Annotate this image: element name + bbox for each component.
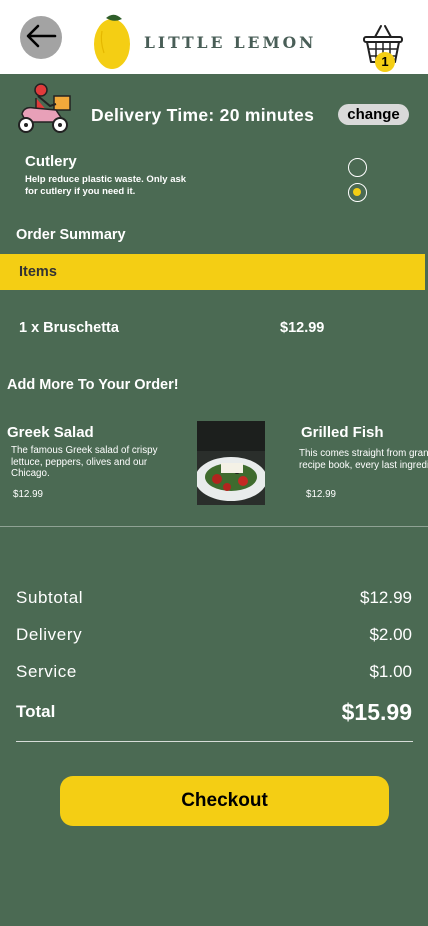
dish-description: The famous Greek salad of crispy lettuce… [11, 445, 158, 479]
cutlery-help-text: Help reduce plastic waste. Only ask for … [25, 174, 187, 197]
order-line-name: 1 x Bruschetta [19, 320, 119, 336]
dish-name-grilled-fish[interactable]: Grilled Fish [301, 424, 384, 442]
section-divider [0, 526, 428, 527]
cutlery-option-no-radio[interactable] [348, 158, 367, 177]
cutlery-option-yes-radio[interactable] [348, 183, 367, 202]
arrow-left-icon [26, 24, 57, 48]
dish-price: $12.99 [13, 489, 43, 500]
delivery-time-text: Delivery Time: 20 minutes [91, 105, 315, 125]
dish-price: $12.99 [306, 489, 336, 500]
greek-salad-photo[interactable] [197, 421, 265, 505]
add-more-title: Add More To Your Order! [7, 377, 179, 393]
radio-selected-dot [353, 188, 361, 196]
total-label: Total [16, 702, 56, 721]
delivery-fee-label: Delivery [16, 625, 83, 644]
subtotal-label: Subtotal [16, 588, 84, 607]
dish-description: This comes straight from grandma's recip… [299, 448, 428, 472]
change-delivery-button[interactable]: change [338, 104, 409, 125]
total-value: $15.99 [341, 699, 412, 725]
brand-name: LITTLE LEMON [144, 33, 317, 52]
delivery-fee-value: $2.00 [369, 625, 412, 644]
items-header-bar [0, 254, 425, 290]
items-header-label: Items [19, 264, 57, 280]
basket-count-badge: 1 [375, 52, 395, 72]
totals-divider [16, 741, 413, 742]
dish-description-text: This comes straight from grandma's recip… [299, 448, 428, 471]
order-line-price: $12.99 [280, 320, 325, 336]
delivery-scooter-icon [12, 80, 74, 136]
order-summary-title: Order Summary [16, 227, 126, 243]
subtotal-value: $12.99 [360, 588, 412, 607]
service-fee-value: $1.00 [369, 662, 412, 681]
dish-name-greek-salad[interactable]: Greek Salad [7, 424, 94, 442]
cutlery-title: Cutlery [25, 153, 77, 170]
lemon-logo-icon [92, 13, 134, 70]
checkout-button[interactable]: Checkout [60, 776, 389, 826]
service-fee-label: Service [16, 662, 77, 681]
back-button[interactable] [20, 16, 62, 59]
